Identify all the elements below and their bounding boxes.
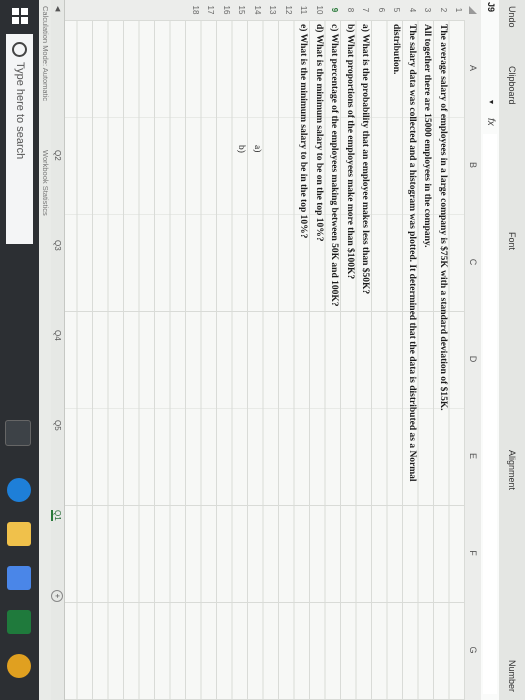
row-header[interactable]: 2 xyxy=(439,0,448,20)
name-box[interactable]: J9 xyxy=(484,2,496,46)
sheet-tab-q5[interactable]: Q5 xyxy=(53,420,62,431)
row-header[interactable]: 6 xyxy=(377,0,386,20)
formula-bar: J9 ▾ fx xyxy=(480,0,499,700)
sheet-tab-q2[interactable]: Q2 xyxy=(53,150,62,161)
row-header-active[interactable]: 9 xyxy=(330,0,339,20)
excel-window: Undo Clipboard Font Alignment Number J9 … xyxy=(0,0,525,700)
row-header[interactable]: 4 xyxy=(408,0,417,20)
column-header-g[interactable]: G xyxy=(468,640,478,660)
undo-group-label[interactable]: Undo xyxy=(507,6,517,28)
column-header-e[interactable]: E xyxy=(468,446,478,466)
sheet-tabs: ◀ Q2 Q3 Q4 Q5 Q1 + xyxy=(50,0,65,700)
add-sheet-button[interactable]: + xyxy=(51,590,63,602)
row-headers: 1 2 3 4 5 6 7 8 9 10 11 12 13 14 15 16 1… xyxy=(65,0,465,21)
taskbar-search[interactable]: Type here to search xyxy=(6,34,33,244)
column-header-d[interactable]: D xyxy=(468,349,478,369)
status-bar: Calculation Mode: Automatic Workbook Sta… xyxy=(39,0,51,700)
workbook-stats-link[interactable]: Workbook Statistics xyxy=(41,150,50,216)
excel-icon[interactable] xyxy=(7,610,31,634)
alignment-group-label[interactable]: Alignment xyxy=(507,450,517,490)
formula-input[interactable] xyxy=(483,134,497,694)
cell-a5[interactable]: distribution. xyxy=(391,24,401,74)
select-all-icon[interactable] xyxy=(469,6,477,14)
edge-icon[interactable] xyxy=(7,478,31,502)
photo-frame: Undo Clipboard Font Alignment Number J9 … xyxy=(0,0,525,700)
ribbon: Undo Clipboard Font Alignment Number xyxy=(498,0,525,700)
cell-a3[interactable]: All together there are 15000 employees i… xyxy=(422,24,432,247)
taskbar: Type here to search xyxy=(0,0,39,700)
row-header[interactable]: 5 xyxy=(392,0,401,20)
row-header[interactable]: 11 xyxy=(299,0,308,20)
sheet-tab-q4[interactable]: Q4 xyxy=(53,330,62,341)
task-view-icon[interactable] xyxy=(5,420,31,446)
column-header-a[interactable]: A xyxy=(468,58,478,78)
row-header[interactable]: 7 xyxy=(361,0,370,20)
cell-a8[interactable]: b) What proportions of the employees mak… xyxy=(345,24,355,279)
column-header-b[interactable]: B xyxy=(468,155,478,175)
row-header[interactable]: 14 xyxy=(253,0,262,20)
font-group-label[interactable]: Font xyxy=(507,232,517,250)
column-header-f[interactable]: F xyxy=(468,543,478,563)
row-header[interactable]: 16 xyxy=(222,0,231,20)
cortana-icon xyxy=(12,42,27,57)
file-explorer-icon[interactable] xyxy=(7,522,31,546)
cell-b14[interactable]: a) xyxy=(252,145,262,152)
row-header[interactable]: 18 xyxy=(191,0,200,20)
chrome-icon[interactable] xyxy=(7,654,31,678)
cell-a9[interactable]: c) What percentage of the employees maki… xyxy=(329,24,339,307)
row-header[interactable]: 15 xyxy=(237,0,246,20)
sheet-tab-q1[interactable]: Q1 xyxy=(51,510,62,521)
chevron-down-icon[interactable]: ▾ xyxy=(487,100,496,104)
cell-a10[interactable]: d) What is the minimum salary to be on t… xyxy=(314,24,324,242)
windows-start-icon[interactable] xyxy=(12,8,28,24)
fx-icon[interactable]: fx xyxy=(485,118,496,126)
sheet-tab-q3[interactable]: Q3 xyxy=(53,240,62,251)
row-header[interactable]: 13 xyxy=(268,0,277,20)
column-headers: A B C D E F G xyxy=(464,0,481,700)
cell-b15[interactable]: b) xyxy=(236,145,246,153)
row-header[interactable]: 17 xyxy=(206,0,215,20)
search-placeholder: Type here to search xyxy=(14,62,26,160)
scroll-left-icon[interactable]: ◀ xyxy=(54,6,62,11)
cell-grid[interactable] xyxy=(65,20,465,700)
row-header[interactable]: 12 xyxy=(284,0,293,20)
row-header[interactable]: 8 xyxy=(346,0,355,20)
cell-a4[interactable]: The salary data was collected and a hist… xyxy=(407,24,417,482)
number-group-label[interactable]: Number xyxy=(507,660,517,692)
row-header[interactable]: 1 xyxy=(454,0,463,20)
clipboard-group-label[interactable]: Clipboard xyxy=(507,66,517,105)
cell-a7[interactable]: a) What is the probability that an emplo… xyxy=(360,24,370,294)
row-header[interactable]: 10 xyxy=(315,0,324,20)
calc-mode-status: Calculation Mode: Automatic xyxy=(41,6,50,102)
cell-a2[interactable]: The average salary of employees in a lar… xyxy=(438,24,448,411)
store-icon[interactable] xyxy=(7,566,31,590)
row-header[interactable]: 3 xyxy=(423,0,432,20)
cell-a11[interactable]: e) What is the minimum salary to be in t… xyxy=(298,24,308,238)
column-header-c[interactable]: C xyxy=(468,252,478,272)
